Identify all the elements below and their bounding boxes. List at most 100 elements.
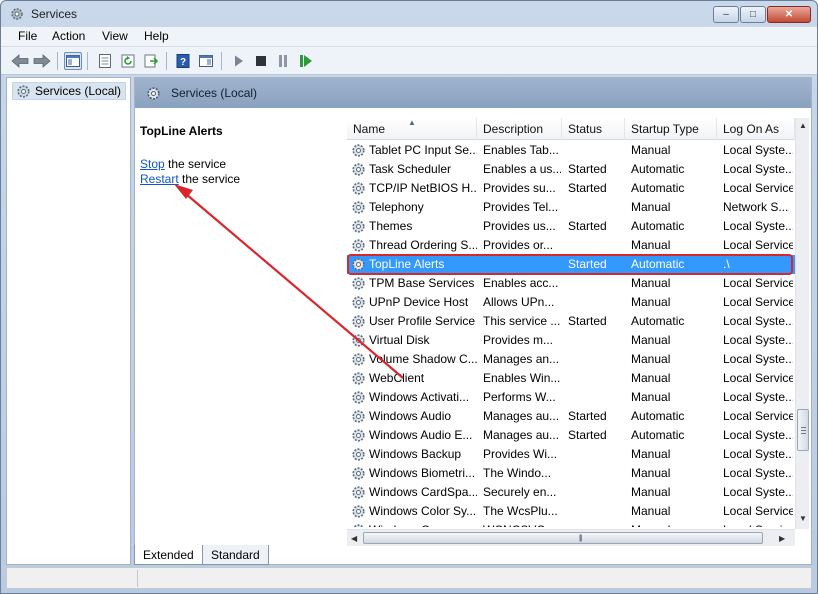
refresh-icon[interactable] (119, 52, 137, 70)
table-row[interactable]: Windows Biometri... The Windo... Manual Loc… (347, 464, 795, 483)
menu-help[interactable]: Help (144, 29, 169, 43)
scroll-grip-icon: ||| (579, 535, 583, 542)
show-hide-console-tree-icon[interactable] (64, 52, 82, 70)
service-name-cell: Themes (369, 219, 413, 233)
vertical-scroll-thumb[interactable] (797, 409, 809, 451)
table-row[interactable]: Windows Backup Provides Wi... Manual Local … (347, 445, 795, 464)
service-name-cell: WebClient (369, 371, 425, 385)
service-gear-icon (351, 162, 366, 180)
service-name-cell: Telephony (369, 200, 424, 214)
service-startup-type-cell: Manual (631, 333, 671, 347)
table-row[interactable]: Windows CardSpa... Securely en... Manual Lo… (347, 483, 795, 502)
toolbar-separator (57, 52, 58, 70)
table-row[interactable]: Windows Activati... Performs W... Manual Lo… (347, 388, 795, 407)
scroll-left-arrow-icon[interactable]: ◀ (351, 534, 357, 543)
action-pane-icon[interactable] (197, 52, 215, 70)
table-row[interactable]: TopLine Alerts Started Automatic .\ (347, 255, 795, 274)
table-row[interactable]: Task Scheduler Enables a us... Started Auto… (347, 160, 795, 179)
details-pane: Services (Local) TopLine Alerts Stop the… (134, 77, 812, 565)
table-row[interactable]: TPM Base Services Enables acc... Manual Loc… (347, 274, 795, 293)
service-startup-type-cell: Manual (631, 352, 671, 366)
column-header-startup-type[interactable]: Startup Type (625, 118, 717, 140)
service-gear-icon (351, 352, 366, 370)
service-description-cell: Manages au... (483, 428, 560, 442)
export-list-icon[interactable] (142, 52, 160, 70)
service-log-on-as-cell: Local Service (723, 504, 793, 518)
restart-service-link[interactable]: Restart (140, 172, 179, 186)
table-row[interactable]: Windows Audio E... Manages au... Started Au… (347, 426, 795, 445)
services-window: Services – □ ✕ File Action View Help ? S… (0, 0, 818, 594)
service-name-cell: Windows Biometri... (369, 466, 476, 480)
service-startup-type-cell: Manual (631, 295, 671, 309)
column-header-status[interactable]: Status (562, 118, 625, 140)
pause-service-icon[interactable] (274, 52, 292, 70)
service-description-cell: Enables a us... (483, 162, 561, 176)
menu-view[interactable]: View (102, 29, 128, 43)
help-icon[interactable]: ? (174, 52, 192, 70)
restart-service-icon[interactable] (297, 52, 315, 70)
stop-service-link[interactable]: Stop (140, 157, 165, 171)
column-header-name[interactable]: ▲ Name (347, 118, 477, 140)
service-status-cell: Started (568, 409, 607, 423)
service-gear-icon (351, 314, 366, 332)
service-startup-type-cell: Manual (631, 390, 671, 404)
service-description-cell: Provides us... (483, 219, 556, 233)
table-row[interactable]: User Profile Service This service ... Star… (347, 312, 795, 331)
close-button[interactable]: ✕ (767, 6, 811, 23)
service-name-cell: Windows Color Sy... (369, 504, 477, 518)
service-name-cell: Windows Audio E... (369, 428, 473, 442)
service-log-on-as-cell: Local Syste... (723, 485, 793, 499)
service-gear-icon (351, 219, 366, 237)
menu-action[interactable]: Action (52, 29, 85, 43)
selected-service-title: TopLine Alerts (140, 124, 223, 138)
details-header-title: Services (Local) (171, 86, 258, 100)
service-description-cell: Performs W... (483, 390, 556, 404)
service-description-cell: WCNCSVC... (483, 523, 561, 527)
window-title: Services (31, 7, 78, 21)
table-row[interactable]: Thread Ordering S... Provides or... Manual… (347, 236, 795, 255)
table-row[interactable]: WebClient Enables Win... Manual Local Servi… (347, 369, 795, 388)
vertical-scrollbar[interactable]: ▲ ▼ (795, 118, 809, 529)
service-gear-icon (351, 295, 366, 313)
service-name-cell: TopLine Alerts (369, 257, 445, 271)
table-row[interactable]: Virtual Disk Provides m... Manual Local Sys… (347, 331, 795, 350)
service-log-on-as-cell: Local Syste... (723, 143, 793, 157)
table-row[interactable]: Telephony Provides Tel... Manual Network S.… (347, 198, 795, 217)
stop-service-icon[interactable] (252, 52, 270, 70)
column-header-log-on-as[interactable]: Log On As (717, 118, 795, 140)
table-row[interactable]: Windows Audio Manages au... Started Automat… (347, 407, 795, 426)
scroll-down-arrow-icon[interactable]: ▼ (799, 514, 807, 523)
table-row[interactable]: Themes Provides us... Started Automatic Loca… (347, 217, 795, 236)
tree-item-services-local[interactable]: Services (Local) (12, 82, 127, 100)
start-service-icon[interactable] (230, 52, 248, 70)
column-header-name-label: Name (353, 122, 386, 136)
menu-file[interactable]: File (18, 29, 37, 43)
back-icon[interactable] (11, 52, 29, 70)
minimize-button[interactable]: – (713, 6, 739, 23)
service-log-on-as-cell: Local Syste... (723, 162, 793, 176)
scroll-right-arrow-icon[interactable]: ▶ (779, 534, 785, 543)
service-description-cell: Provides su... (483, 181, 556, 195)
service-startup-type-cell: Manual (631, 466, 671, 480)
horizontal-scroll-thumb[interactable]: ||| (363, 532, 763, 544)
table-row[interactable]: Windows Color Sy... The WcsPlu... Manual Lo… (347, 502, 795, 521)
properties-icon[interactable] (96, 52, 114, 70)
horizontal-scrollbar[interactable]: ◀ ||| ▶ (347, 529, 795, 546)
tab-extended[interactable]: Extended (134, 545, 203, 565)
service-startup-type-cell: Automatic (631, 219, 685, 233)
table-row[interactable]: TCP/IP NetBIOS H... Provides su... Started… (347, 179, 795, 198)
table-row[interactable]: Windows Conn... WCNCSVC... Manual Local Ser… (347, 521, 795, 527)
service-status-cell: Started (568, 428, 607, 442)
service-gear-icon (351, 143, 366, 161)
tab-standard[interactable]: Standard (202, 545, 269, 565)
service-log-on-as-cell: Local Service (723, 276, 793, 290)
table-row[interactable]: Tablet PC Input Se... Enables Tab... Manua… (347, 141, 795, 160)
forward-icon[interactable] (33, 52, 51, 70)
table-row[interactable]: Volume Shadow C... Manages an... Manual Loc… (347, 350, 795, 369)
table-row[interactable]: UPnP Device Host Allows UPn... Manual Local… (347, 293, 795, 312)
service-startup-type-cell: Manual (631, 523, 717, 527)
maximize-button[interactable]: □ (740, 6, 766, 23)
scroll-up-arrow-icon[interactable]: ▲ (799, 121, 807, 130)
column-header-description[interactable]: Description (477, 118, 562, 140)
service-name-cell: Windows Activati... (369, 390, 470, 404)
